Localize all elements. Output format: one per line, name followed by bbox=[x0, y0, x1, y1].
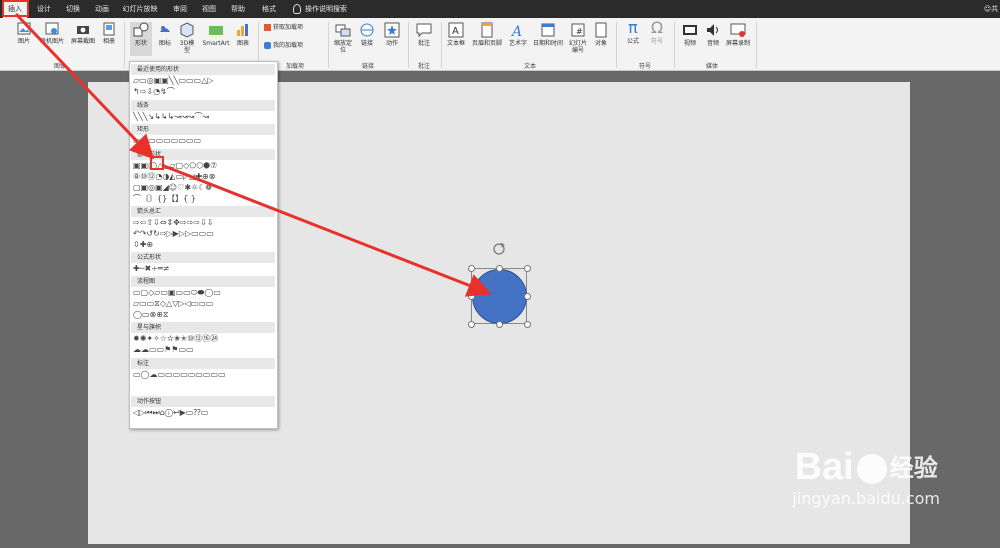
paw-logo-icon bbox=[856, 454, 887, 484]
annotation-arrow-to-circle bbox=[163, 164, 492, 297]
annotation-arrow-to-oval bbox=[14, 12, 155, 160]
baidu-watermark: Bai 经验 jingyan.baidu.com bbox=[792, 447, 940, 508]
watermark-brand: Bai bbox=[794, 446, 854, 489]
watermark-url: jingyan.baidu.com bbox=[792, 489, 940, 508]
watermark-brand2: 经验 bbox=[889, 455, 938, 482]
